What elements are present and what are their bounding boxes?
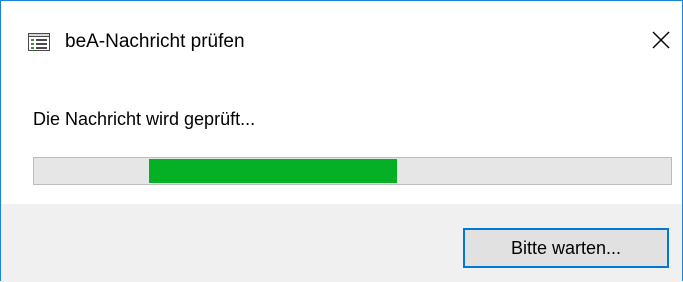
close-button[interactable] <box>637 17 683 63</box>
title-bar[interactable]: beA-Nachricht prüfen <box>1 1 682 65</box>
list-window-icon <box>28 33 50 51</box>
dialog-footer: Bitte warten... <box>1 204 682 282</box>
dialog-window: beA-Nachricht prüfen Die Nachricht wird … <box>0 0 683 282</box>
close-icon <box>652 31 670 49</box>
wait-button[interactable]: Bitte warten... <box>463 228 669 268</box>
window-title: beA-Nachricht prüfen <box>65 31 245 52</box>
progress-bar <box>33 157 672 185</box>
progress-bar-fill <box>149 159 397 183</box>
status-message: Die Nachricht wird geprüft... <box>33 109 256 129</box>
